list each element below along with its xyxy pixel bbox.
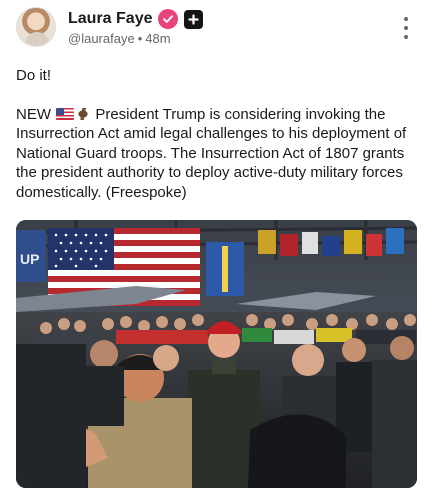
timestamp[interactable]: 48m	[145, 31, 170, 46]
more-options-icon[interactable]	[401, 17, 411, 39]
post-image[interactable]: UP	[16, 220, 417, 488]
post-header: Laura Faye @laurafaye • 48m	[16, 7, 417, 49]
post-card[interactable]: Laura Faye @laurafaye • 48m Do it! NEW Pre…	[0, 0, 433, 500]
name-row: Laura Faye	[68, 9, 204, 29]
flag-us-icon	[56, 107, 75, 120]
eagle-icon	[75, 107, 92, 120]
post-line-2: NEW President Trump is considering invok…	[16, 105, 420, 203]
display-name[interactable]: Laura Faye	[68, 10, 152, 28]
post-text: Do it! NEW President Trump is considerin…	[16, 66, 420, 202]
meta-separator: •	[137, 31, 143, 46]
verified-badge-icon	[158, 9, 179, 29]
post-line-1: Do it!	[16, 67, 52, 84]
photo-crowd-hangar: UP	[16, 220, 417, 488]
post-body-text: President Trump is considering invoking …	[16, 105, 407, 201]
new-label: NEW	[16, 105, 51, 123]
sign-text: UP	[20, 251, 39, 267]
handle[interactable]: @laurafaye	[68, 31, 135, 46]
avatar[interactable]	[16, 7, 56, 47]
post-meta: @laurafaye • 48m	[68, 31, 171, 46]
plus-badge-icon	[184, 9, 204, 29]
